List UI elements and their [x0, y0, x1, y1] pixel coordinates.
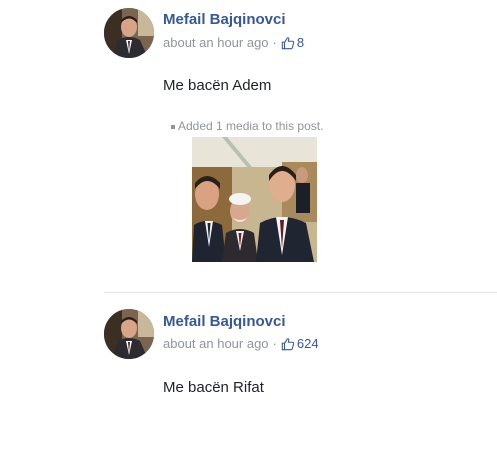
avatar[interactable]	[104, 309, 154, 359]
timestamp[interactable]: about an hour ago	[163, 336, 269, 351]
avatar[interactable]	[104, 8, 154, 58]
author-name[interactable]: Mefail Bajqinovci	[163, 313, 286, 330]
post-meta: about an hour ago · 8	[163, 35, 304, 50]
post-card: Mefail Bajqinovci about an hour ago · 62…	[0, 293, 497, 458]
post-meta: about an hour ago · 624	[163, 336, 319, 351]
timestamp[interactable]: about an hour ago	[163, 35, 269, 50]
post-photo[interactable]	[192, 137, 317, 262]
post-message: Me bacën Rifat	[163, 379, 264, 396]
meta-separator: ·	[272, 336, 277, 351]
thumbs-up-icon[interactable]	[281, 337, 295, 351]
list-bullet	[171, 125, 175, 129]
thumbs-up-icon[interactable]	[281, 36, 295, 50]
like-count[interactable]: 624	[297, 336, 319, 351]
meta-separator: ·	[272, 35, 277, 50]
author-name[interactable]: Mefail Bajqinovci	[163, 11, 286, 28]
like-count[interactable]: 8	[297, 35, 304, 50]
post-message: Me bacën Adem	[163, 77, 272, 94]
post-card: Mefail Bajqinovci about an hour ago · 8 …	[0, 0, 497, 292]
media-note: Added 1 media to this post.	[178, 119, 324, 133]
